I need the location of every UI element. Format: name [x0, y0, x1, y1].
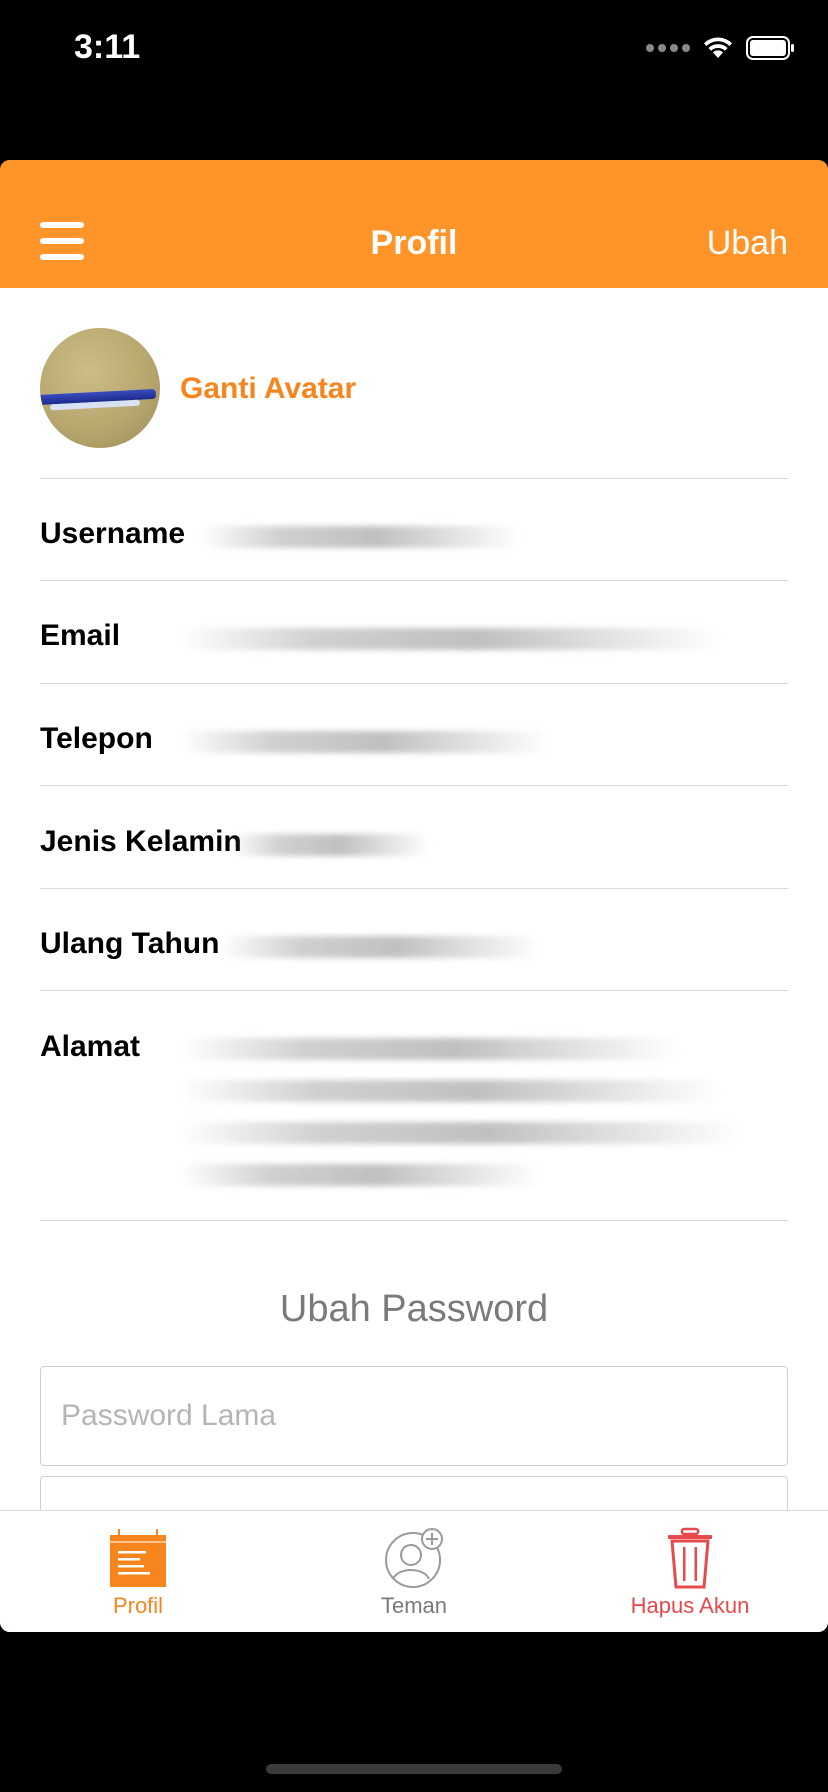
tab-label: Profil	[112, 1593, 164, 1618]
page-title: Profil	[370, 224, 458, 262]
home-indicator[interactable]	[266, 1764, 562, 1774]
tab-teman[interactable]: Teman	[276, 1511, 552, 1632]
address-value-redacted	[180, 1038, 680, 1060]
tab-profil[interactable]: Profil	[0, 1511, 276, 1632]
profile-content[interactable]: Ganti Avatar Username Email Telepon Jeni…	[0, 288, 828, 1520]
birthday-label: Ulang Tahun	[40, 927, 220, 960]
trash-icon	[668, 1527, 712, 1589]
divider	[40, 683, 788, 684]
divider	[40, 1220, 788, 1221]
address-value-redacted	[180, 1164, 540, 1186]
calendar-list-icon	[110, 1529, 166, 1587]
tab-label: Teman	[380, 1593, 448, 1618]
tab-bar: Profil Teman Hapus Akun	[0, 1510, 828, 1632]
phone-label: Telepon	[40, 722, 153, 755]
old-password-input[interactable]	[41, 1367, 787, 1465]
username-value-redacted	[200, 526, 520, 548]
battery-icon	[746, 36, 794, 60]
birthday-value-redacted	[220, 936, 540, 958]
divider	[40, 785, 788, 786]
status-bar: 3:11	[0, 0, 828, 100]
divider	[40, 888, 788, 889]
phone-value-redacted	[180, 731, 550, 753]
status-time: 3:11	[74, 28, 141, 66]
email-label: Email	[40, 619, 121, 652]
email-value-redacted	[180, 628, 720, 650]
wifi-icon	[704, 37, 732, 58]
divider	[40, 478, 788, 479]
navigation-bar: Profil Ubah	[0, 160, 828, 288]
avatar[interactable]	[40, 328, 160, 448]
tab-label: Hapus Akun	[630, 1593, 750, 1618]
divider	[40, 580, 788, 581]
tab-hapus-akun[interactable]: Hapus Akun	[552, 1511, 828, 1632]
gender-value-redacted	[230, 834, 430, 856]
divider	[40, 990, 788, 991]
app-window: Profil Ubah Ganti Avatar Username Email …	[0, 160, 828, 1632]
cellular-signal-icon	[646, 44, 690, 52]
address-value-redacted	[180, 1122, 740, 1144]
status-icons	[646, 36, 796, 60]
address-label: Alamat	[40, 1030, 141, 1063]
old-password-field[interactable]	[40, 1366, 788, 1466]
username-label: Username	[40, 517, 186, 550]
avatar-row: Ganti Avatar	[40, 328, 788, 448]
change-avatar-button[interactable]: Ganti Avatar	[180, 372, 356, 406]
edit-button[interactable]: Ubah	[707, 224, 788, 263]
address-value-redacted	[180, 1080, 720, 1102]
add-friend-icon	[385, 1528, 443, 1588]
gender-label: Jenis Kelamin	[40, 825, 242, 858]
change-password-title: Ubah Password	[279, 1288, 549, 1330]
